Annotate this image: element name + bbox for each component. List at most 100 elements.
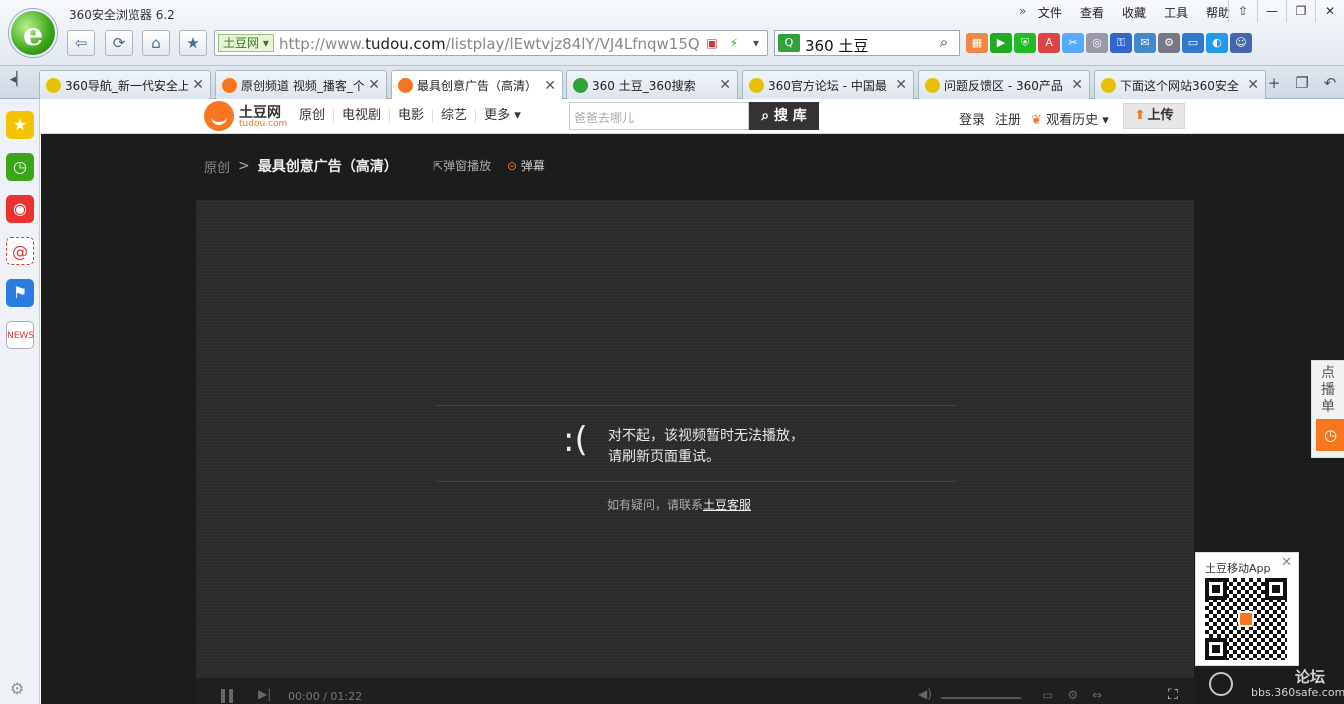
apps-icon[interactable]: ▦ (966, 33, 988, 53)
tab-close-icon[interactable]: ✕ (1247, 77, 1259, 93)
close-icon[interactable]: ✕ (1281, 555, 1292, 570)
widescreen-icon[interactable]: ⇔ (1092, 688, 1102, 702)
mail-icon[interactable]: ✉ (1134, 33, 1156, 53)
monitor-icon[interactable]: ▭ (1182, 33, 1204, 53)
menu-tools[interactable]: 工具 (1155, 5, 1197, 21)
settings-icon[interactable]: ⚙ (1158, 33, 1180, 53)
qr-finder (1205, 638, 1227, 660)
browser-tab[interactable]: 最具创意广告（高清） ✕ (391, 70, 563, 100)
undo-close-icon[interactable]: ↶ (1316, 72, 1344, 94)
clock-icon[interactable]: ◷ (1316, 419, 1344, 451)
user-icon[interactable]: ☺ (1230, 33, 1252, 53)
address-bar[interactable]: 土豆网 ▾ http://www.tudou.com/listplay/lEwt… (214, 30, 768, 56)
search-input[interactable]: 360 土豆 (805, 35, 868, 56)
restore-button[interactable]: ❐ (1286, 0, 1315, 22)
tab-favicon-icon (749, 77, 764, 93)
browser-tab[interactable]: 360 土豆_360搜索 ✕ (566, 70, 738, 99)
tab-close-icon[interactable]: ✕ (719, 77, 731, 93)
menu-view[interactable]: 查看 (1071, 5, 1113, 21)
tab-close-icon[interactable]: ✕ (192, 77, 204, 93)
nav-tv[interactable]: 电视剧 (334, 109, 391, 123)
qr-code (1205, 578, 1287, 660)
quality-icon[interactable]: ▭ (1042, 688, 1053, 702)
breadcrumb-root[interactable]: 原创 (204, 157, 230, 176)
nav-more[interactable]: 更多 ▾ (476, 109, 529, 123)
qr-title: 土豆移动App (1205, 562, 1271, 575)
back-button[interactable]: ⇦ (67, 30, 95, 56)
home-button[interactable]: ⌂ (142, 30, 170, 56)
media-icon[interactable]: ▶ (990, 33, 1012, 53)
video-detect-icon[interactable]: ▣ (701, 33, 723, 53)
search-box[interactable]: Q 360 土豆 ⌕ (774, 30, 960, 56)
browser-tab[interactable]: 360官方论坛 - 中国最 ✕ (742, 70, 914, 99)
volume-slider[interactable] (941, 697, 1021, 699)
new-tab-icon[interactable]: + (1260, 72, 1288, 94)
history-clock-icon[interactable]: ◷ (6, 153, 34, 181)
shield-icon[interactable]: ⛨ (1014, 33, 1036, 53)
sidebar-toggle-icon[interactable]: ◂▏ (5, 72, 31, 92)
key-icon[interactable]: ⚿ (1110, 33, 1132, 53)
tab-close-icon[interactable]: ✕ (895, 77, 907, 93)
screenshot-icon[interactable]: ✂ (1062, 33, 1084, 53)
url-text[interactable]: http://www.tudou.com/listplay/lEwtvjz84l… (279, 35, 699, 53)
menu-bar: 文件 查看 收藏 工具 帮助 (1029, 5, 1239, 21)
qq-icon[interactable]: ◐ (1206, 33, 1228, 53)
search-engine-icon[interactable]: Q (778, 34, 800, 52)
register-link[interactable]: 注册 (995, 109, 1021, 128)
star-icon: ★ (186, 34, 200, 52)
news-icon[interactable]: NEWS (6, 321, 34, 349)
favorites-star-icon[interactable]: ★ (6, 111, 34, 139)
site-chip[interactable]: 土豆网 ▾ (218, 34, 274, 52)
speedup-icon[interactable]: ⚡ (723, 33, 745, 53)
minimize-button[interactable]: — (1257, 0, 1286, 22)
next-icon[interactable]: ▶| (258, 687, 271, 701)
refresh-button[interactable]: ⟳ (105, 30, 133, 56)
browser-tab[interactable]: 下面这个网站360安全 ✕ (1094, 70, 1266, 99)
danmu-toggle[interactable]: ⊝ 弹幕 (507, 157, 545, 174)
browser-tab[interactable]: 问题反馈区 - 360产品 ✕ (918, 70, 1090, 99)
watermark-logo-icon (1209, 672, 1233, 696)
fullscreen-icon[interactable]: ⛶ (1168, 687, 1178, 703)
upload-arrow-icon: ⬆ (1134, 108, 1146, 123)
dropdown-icon[interactable]: ▾ (745, 33, 767, 53)
volume-icon[interactable]: ◀) (918, 687, 932, 701)
game-icon[interactable]: ◎ (1086, 33, 1108, 53)
gear-icon[interactable]: ⚙ (10, 679, 24, 698)
tab-label: 原创频道 视频_播客_个 (241, 78, 365, 93)
login-link[interactable]: 登录 (959, 109, 985, 128)
menu-overflow-icon[interactable]: » (1019, 4, 1026, 18)
tab-list-icon[interactable]: ❐ (1288, 72, 1316, 94)
left-sidebar: ★ ◷ ◉ @ ⚑ NEWS ⚙ (0, 99, 40, 704)
weibo-icon[interactable]: ◉ (6, 195, 34, 223)
customer-service-link[interactable]: 土豆客服 (703, 498, 751, 512)
browser-tab[interactable]: 360导航_新一代安全上 ✕ (39, 70, 211, 99)
favorite-button[interactable]: ★ (179, 30, 207, 56)
tab-close-icon[interactable]: ✕ (1071, 77, 1083, 93)
playlist-tab[interactable]: 点播单 ◷ (1311, 360, 1344, 458)
browser-logo-icon[interactable]: e (9, 9, 57, 57)
skin-icon[interactable]: ⇧ (1228, 0, 1257, 22)
site-search-field[interactable]: 爸爸去哪儿 (569, 102, 749, 130)
tudou-logo-icon[interactable] (204, 101, 234, 131)
menu-favorites[interactable]: 收藏 (1113, 5, 1155, 21)
menu-file[interactable]: 文件 (1029, 5, 1071, 21)
close-button[interactable]: ✕ (1315, 0, 1344, 22)
mail-at-icon[interactable]: @ (6, 237, 34, 265)
video-player[interactable]: :( 对不起，该视频暂时无法播放， 请刷新页面重试。 如有疑问，请联系土豆客服 … (196, 200, 1194, 704)
tab-close-icon[interactable]: ✕ (544, 78, 556, 94)
browser-tab[interactable]: 原创频道 视频_播客_个 ✕ (215, 70, 387, 99)
nav-variety[interactable]: 综艺 (433, 109, 477, 123)
divider (436, 481, 956, 482)
watch-history-link[interactable]: ❦ 观看历史 ▾ (1031, 109, 1109, 128)
upload-button[interactable]: ⬆ 上传 (1123, 103, 1185, 129)
pause-icon[interactable] (221, 689, 233, 703)
site-search-button[interactable]: ⌕ 搜 库 (749, 102, 819, 130)
search-icon[interactable]: ⌕ (931, 33, 957, 53)
qq-icon[interactable]: ⚑ (6, 279, 34, 307)
nav-movie[interactable]: 电影 (390, 109, 434, 123)
translate-icon[interactable]: A (1038, 33, 1060, 53)
nav-original[interactable]: 原创 (291, 109, 335, 123)
tab-close-icon[interactable]: ✕ (368, 77, 380, 93)
settings-gear-icon[interactable]: ⚙ (1067, 688, 1078, 702)
popout-play-link[interactable]: ⇱弹窗播放 (433, 157, 491, 174)
